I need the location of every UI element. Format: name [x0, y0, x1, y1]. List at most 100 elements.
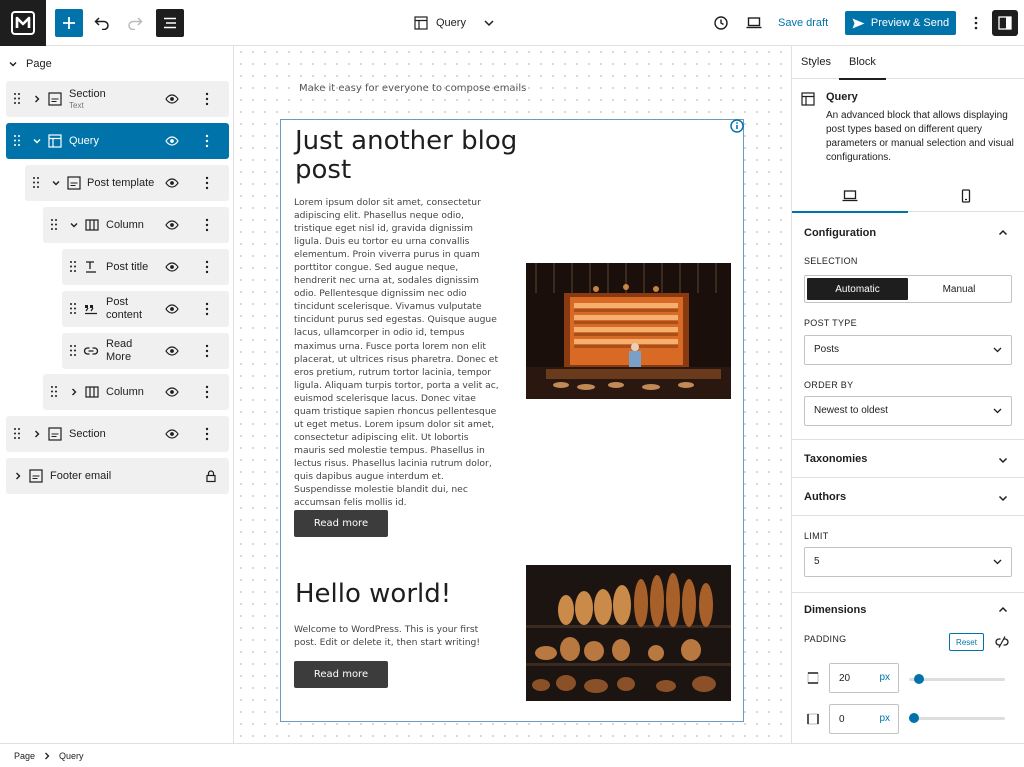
app-logo[interactable] [0, 0, 46, 46]
layer-item-query[interactable]: Query [6, 123, 229, 159]
more-vertical-icon[interactable] [205, 92, 209, 106]
padding-vertical-input[interactable]: 20 px [829, 663, 899, 693]
email-tagline[interactable]: Make it easy for everyone to compose ema… [299, 83, 526, 94]
add-block-button[interactable] [55, 9, 83, 37]
more-vertical-icon[interactable] [205, 385, 209, 399]
drag-handle-icon[interactable] [69, 302, 77, 315]
drag-handle-icon[interactable] [13, 427, 21, 440]
layer-page-root[interactable]: Page [8, 58, 52, 70]
chevron-right-icon[interactable] [32, 429, 42, 439]
padding-vertical-slider[interactable] [909, 674, 1005, 684]
padding-reset-button[interactable]: Reset [949, 633, 984, 651]
visibility-icon[interactable] [165, 92, 179, 106]
chevron-down-icon[interactable] [997, 492, 1009, 504]
undo-button[interactable] [88, 9, 116, 37]
chevron-down-icon[interactable] [997, 454, 1009, 466]
more-vertical-icon[interactable] [205, 302, 209, 316]
layer-item-post-content[interactable]: Post content [62, 291, 229, 327]
settings-sidebar-toggle[interactable] [992, 10, 1018, 36]
options-button[interactable] [962, 9, 990, 37]
more-vertical-icon[interactable] [205, 427, 209, 441]
lock-icon[interactable] [204, 469, 218, 483]
post-title[interactable]: Just another blog post [295, 127, 525, 185]
revisions-button[interactable] [707, 9, 735, 37]
selection-manual-button[interactable]: Manual [909, 278, 1009, 300]
more-vertical-icon[interactable] [205, 260, 209, 274]
read-more-button-2[interactable]: Read more [294, 661, 388, 688]
padding-horizontal-input[interactable]: 0 px [829, 704, 899, 734]
drag-handle-icon[interactable] [69, 260, 77, 273]
post-title-2[interactable]: Hello world! [295, 580, 525, 609]
chevron-right-icon[interactable] [13, 471, 23, 481]
more-vertical-icon[interactable] [205, 218, 209, 232]
chevron-down-icon [993, 408, 1002, 414]
bakery-interior-image[interactable] [526, 263, 731, 399]
order-by-select[interactable]: Newest to oldest [804, 396, 1012, 426]
padding-horizontal-slider[interactable] [909, 713, 1005, 723]
more-vertical-icon[interactable] [205, 176, 209, 190]
drag-handle-icon[interactable] [13, 92, 21, 105]
layer-item-section-2[interactable]: Section [6, 416, 229, 452]
tab-mobile[interactable] [908, 179, 1024, 212]
info-icon[interactable] [730, 119, 744, 133]
tab-desktop[interactable] [792, 179, 908, 213]
save-draft-button[interactable]: Save draft [778, 14, 828, 32]
selection-automatic-button[interactable]: Automatic [807, 278, 908, 300]
query-block[interactable]: Just another blog post Lorem ipsum dolor… [280, 119, 744, 722]
more-vertical-icon[interactable] [205, 134, 209, 148]
visibility-icon[interactable] [165, 427, 179, 441]
visibility-icon[interactable] [165, 260, 179, 274]
configuration-panel-toggle[interactable]: Configuration [804, 227, 876, 239]
taxonomies-panel-toggle[interactable]: Taxonomies [804, 453, 867, 465]
chevron-up-icon[interactable] [997, 604, 1009, 616]
padding-vertical-slider-thumb[interactable] [914, 674, 925, 684]
chevron-down-icon[interactable] [69, 220, 79, 230]
layer-item-read-more[interactable]: Read More [62, 333, 229, 369]
layer-item-column[interactable]: Column [43, 207, 229, 243]
layer-item-footer-email[interactable]: Footer email [6, 458, 229, 494]
chevron-right-icon[interactable] [69, 387, 79, 397]
document-title[interactable]: Query [414, 14, 466, 32]
breadcrumb-item-page[interactable]: Page [14, 751, 35, 761]
layer-item-post-template[interactable]: Post template [25, 165, 229, 201]
breadcrumb-item-query[interactable]: Query [59, 751, 84, 761]
visibility-icon[interactable] [165, 385, 179, 399]
preview-send-button[interactable]: Preview & Send [845, 11, 956, 35]
dimensions-panel-toggle[interactable]: Dimensions [804, 604, 866, 616]
more-vertical-icon[interactable] [205, 344, 209, 358]
chevron-up-icon[interactable] [997, 227, 1009, 239]
redo-button[interactable] [121, 9, 149, 37]
limit-select[interactable]: 5 [804, 547, 1012, 577]
post-content-2[interactable]: Welcome to WordPress. This is your first… [294, 623, 494, 649]
drag-handle-icon[interactable] [50, 218, 58, 231]
post-content[interactable]: Lorem ipsum dolor sit amet, consectetur … [294, 196, 502, 509]
tab-styles[interactable]: Styles [801, 46, 831, 79]
visibility-icon[interactable] [165, 344, 179, 358]
chevron-down-icon[interactable] [32, 136, 42, 146]
device-preview-button[interactable] [740, 9, 768, 37]
unlink-sides-icon[interactable] [995, 635, 1009, 649]
drag-handle-icon[interactable] [32, 176, 40, 189]
post-type-select[interactable]: Posts [804, 335, 1012, 365]
chevron-down-icon[interactable] [51, 178, 61, 188]
bread-shelf-image[interactable] [526, 565, 731, 701]
layer-item-post-title[interactable]: Post title [62, 249, 229, 285]
chevron-down-icon[interactable] [480, 14, 498, 32]
drag-handle-icon[interactable] [50, 385, 58, 398]
chevron-right-icon[interactable] [32, 94, 42, 104]
read-more-button[interactable]: Read more [294, 510, 388, 537]
padding-horizontal-slider-thumb[interactable] [909, 713, 919, 723]
list-view-button[interactable] [156, 9, 184, 37]
authors-panel-toggle[interactable]: Authors [804, 491, 846, 503]
padding-horizontal-unit[interactable]: px [879, 713, 890, 724]
drag-handle-icon[interactable] [13, 134, 21, 147]
tab-block[interactable]: Block [839, 46, 886, 80]
drag-handle-icon[interactable] [69, 344, 77, 357]
layer-item-column-2[interactable]: Column [43, 374, 229, 410]
visibility-icon[interactable] [165, 218, 179, 232]
padding-vertical-unit[interactable]: px [879, 672, 890, 683]
visibility-icon[interactable] [165, 176, 179, 190]
layer-item-section[interactable]: Section Text [6, 81, 229, 117]
visibility-icon[interactable] [165, 302, 179, 316]
visibility-icon[interactable] [165, 134, 179, 148]
